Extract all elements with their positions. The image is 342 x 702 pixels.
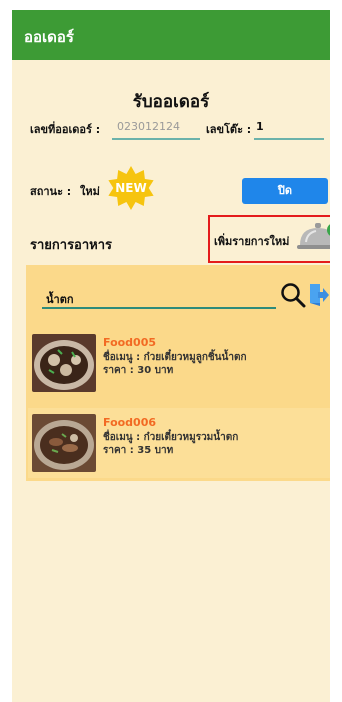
order-number-underline	[112, 138, 200, 140]
table-number-label: เลขโต๊ะ :	[206, 123, 252, 136]
search-input[interactable]: น้ำตก	[46, 290, 74, 308]
food-thumbnail	[32, 414, 96, 472]
add-item-label[interactable]: เพิ่มรายการใหม่	[214, 232, 289, 250]
page-title: รับออเดอร์	[132, 92, 210, 112]
exit-icon[interactable]	[308, 282, 330, 312]
table-number-underline	[254, 138, 324, 140]
search-underline	[42, 307, 276, 309]
status-badge: NEW	[115, 181, 147, 195]
order-number-label: เลขที่ออเดอร์ :	[30, 123, 101, 136]
top-app-bar: ออเดอร์	[12, 10, 330, 60]
status-value: ใหม่	[80, 185, 100, 198]
food-price: ราคา : 30 บาท	[103, 365, 174, 376]
new-badge-icon: NEW	[108, 165, 154, 211]
search-icon[interactable]	[280, 282, 306, 312]
status-label: สถานะ :	[30, 185, 72, 198]
order-number-field[interactable]: 023012124	[117, 120, 180, 133]
table-number-field[interactable]: 1	[256, 120, 264, 133]
list-item[interactable]: Food006 ชื่อเมนู : ก๋วยเตี๋ยวหมูรวมน้ำตก…	[28, 408, 330, 478]
food-thumbnail	[32, 334, 96, 392]
app-screen: ออเดอร์ รับออเดอร์ เลขที่ออเดอร์ : 02301…	[12, 10, 330, 702]
list-item[interactable]: Food005 ชื่อเมนู : ก๋วยเตี๋ยวหมูลูกชิ้นน…	[28, 328, 330, 398]
close-button[interactable]: ปิด	[242, 178, 328, 204]
food-price: ราคา : 35 บาท	[103, 445, 174, 456]
app-bar-title: ออเดอร์	[24, 28, 74, 46]
menu-section-title: รายการอาหาร	[30, 238, 113, 253]
cloche-add-icon[interactable]	[296, 220, 330, 258]
food-id: Food006	[103, 416, 157, 429]
food-id: Food005	[103, 336, 157, 349]
